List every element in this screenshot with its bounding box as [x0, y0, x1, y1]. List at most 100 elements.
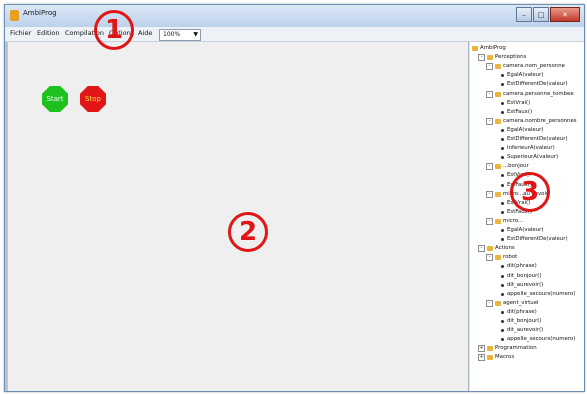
tree-label: dit(phrase) [507, 263, 537, 270]
collapse-toggle-icon[interactable]: - [486, 117, 493, 125]
expand-toggle-icon[interactable]: + [478, 345, 485, 353]
tree-label: dit_aurevoir() [507, 327, 544, 334]
collapse-toggle-icon[interactable]: - [486, 299, 493, 307]
bullet-icon [501, 147, 504, 151]
collapse-toggle-icon[interactable]: - [486, 217, 493, 225]
tree-leaf[interactable]: EstDifferentDe(valeur) [470, 80, 584, 89]
tree-node[interactable]: - camera.personne_tombee [470, 90, 584, 99]
folder-icon [495, 91, 501, 97]
collapse-toggle-icon[interactable]: - [478, 54, 485, 62]
tree-leaf[interactable]: EgalA(valeur) [470, 71, 584, 80]
tree-label: micro... [503, 217, 524, 224]
tree-node[interactable]: - Perceptions [470, 53, 584, 62]
bullet-icon [501, 210, 504, 214]
maximize-button[interactable]: □ [533, 7, 549, 22]
tree-label: Macros [495, 354, 515, 361]
tree-leaf[interactable]: appelle_secours(numero) [470, 290, 584, 299]
tree-leaf[interactable]: appelle_secours(numero) [470, 335, 584, 344]
annotation-badge-2: 2 [228, 212, 268, 252]
collapse-toggle-icon[interactable]: - [486, 163, 493, 171]
tree-leaf[interactable]: EgalA(valeur) [470, 226, 584, 235]
tree-label: dit_bonjour() [507, 318, 542, 324]
tree-node[interactable]: - micro... [470, 217, 584, 226]
collapse-toggle-icon[interactable]: - [486, 63, 493, 71]
annotation-badge-3: 3 [510, 172, 550, 212]
tree-leaf[interactable]: InferieurA(valeur) [470, 144, 584, 153]
bullet-icon [501, 265, 504, 269]
tree-node[interactable]: + Macros [470, 353, 584, 362]
tree-label: agent_virtuel [503, 299, 539, 306]
tree-node[interactable]: - Actions [470, 244, 584, 253]
tree-label: AmbiProg [480, 45, 506, 51]
expand-toggle-icon[interactable]: + [478, 354, 485, 362]
collapse-toggle-icon[interactable]: - [478, 245, 485, 253]
collapse-toggle-icon[interactable]: - [486, 254, 493, 262]
collapse-toggle-icon[interactable]: - [486, 190, 493, 198]
tree-leaf[interactable]: dit(phrase) [470, 308, 584, 317]
zoom-select[interactable]: 100% ▼ [159, 29, 201, 41]
tree-leaf[interactable]: dit(phrase) [470, 262, 584, 271]
app-window: AmbiProg – □ ✕ Fichier Edition Compilati… [4, 4, 585, 392]
folder-icon [495, 64, 501, 70]
bullet-icon [501, 238, 504, 242]
menu-fichier[interactable]: Fichier [10, 29, 31, 37]
tree-node[interactable]: AmbiProg [470, 44, 584, 53]
tree-label: EgalA(valeur) [507, 126, 544, 133]
folder-icon [495, 218, 501, 224]
bullet-icon [501, 183, 504, 187]
bullet-icon [501, 338, 504, 342]
bullet-icon [501, 329, 504, 333]
tree-label: SuperieurA(valeur) [507, 154, 559, 161]
tree-node[interactable]: + Programmation [470, 344, 584, 353]
tree-leaf[interactable]: EstFaux() [470, 108, 584, 117]
zoom-value: 100% [163, 31, 181, 38]
folder-icon [487, 246, 493, 252]
tree-leaf[interactable]: EstDifferentDe(valeur) [470, 135, 584, 144]
menu-bar: Fichier Edition Compilation Options Aide [5, 27, 584, 42]
tree-node[interactable]: - robot [470, 253, 584, 262]
bullet-icon [501, 138, 504, 141]
bullet-icon [501, 128, 504, 132]
tree-label: ...bonjour [503, 163, 529, 170]
tree-label: Perceptions [495, 54, 527, 61]
tree-label: InferieurA(valeur) [507, 145, 555, 152]
tree-label: dit(phrase) [507, 308, 537, 315]
title-bar[interactable]: AmbiProg – □ ✕ [5, 5, 584, 27]
stop-button[interactable]: Stop [80, 86, 106, 112]
start-button[interactable]: Start [42, 86, 68, 112]
menu-aide[interactable]: Aide [138, 29, 152, 37]
tree-label: EstVrai() [507, 99, 531, 106]
tree-leaf[interactable]: dit_aurevoir() [470, 281, 584, 290]
minimize-button[interactable]: – [516, 7, 532, 22]
tree-leaf[interactable]: dit_bonjour() [470, 272, 584, 281]
tree-node[interactable]: - camera.nombre_personnes [470, 117, 584, 126]
folder-icon [487, 55, 493, 61]
tree-leaf[interactable]: EstDifferentDe(valeur) [470, 235, 584, 244]
close-button[interactable]: ✕ [550, 7, 580, 22]
stop-label: Stop [85, 95, 101, 103]
tree-leaf[interactable]: dit_bonjour() [470, 317, 584, 326]
tree-leaf[interactable]: dit_aurevoir() [470, 326, 584, 335]
bullet-icon [501, 201, 504, 205]
tree-leaf[interactable]: EgalA(valeur) [470, 126, 584, 135]
start-label: Start [46, 95, 64, 103]
root-folder-icon [472, 46, 478, 51]
bullet-icon [501, 292, 504, 296]
tree-node[interactable]: - agent_virtuel [470, 299, 584, 308]
tree-leaf[interactable]: EstVrai() [470, 99, 584, 108]
bullet-icon [501, 229, 504, 232]
tree-node[interactable]: - ...bonjour [470, 162, 584, 171]
bullet-icon [501, 156, 504, 160]
bullet-icon [501, 110, 504, 114]
tree-leaf[interactable]: SuperieurA(valeur) [470, 153, 584, 162]
tree-label: camera.nombre_personnes [503, 117, 577, 124]
tree-node[interactable]: - camera.nom_personne [470, 62, 584, 71]
canvas-left-border [5, 42, 8, 391]
tree-label: camera.personne_tombee [503, 90, 574, 97]
function-tree[interactable]: AmbiProg - Perceptions - camera.nom_personne… [470, 42, 584, 391]
menu-edition[interactable]: Edition [37, 29, 60, 37]
tree-label: EstDifferentDe(valeur) [507, 236, 568, 243]
tree-label: appelle_secours(numero) [507, 336, 576, 343]
tree-label: appelle_secours(numero) [507, 290, 576, 297]
collapse-toggle-icon[interactable]: - [486, 90, 493, 98]
